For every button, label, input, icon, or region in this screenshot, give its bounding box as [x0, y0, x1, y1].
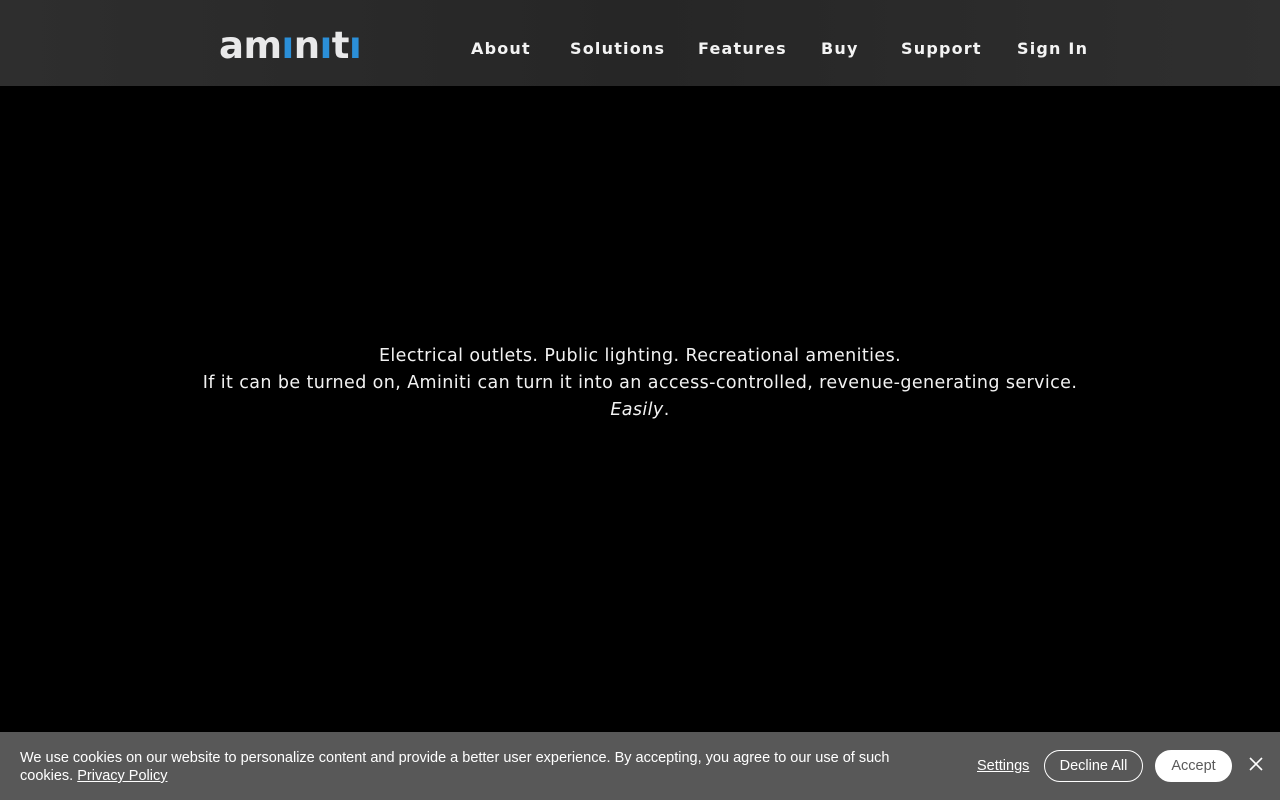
logo-letter: ı [281, 24, 295, 67]
site-header: amınıtı About Solutions Features Buy Sup… [0, 0, 1280, 86]
privacy-policy-link[interactable]: Privacy Policy [77, 768, 167, 784]
close-icon-glyph [1249, 757, 1263, 771]
nav-features[interactable]: Features [698, 38, 787, 60]
hero-line-2: If it can be turned on, Aminiti can turn… [202, 373, 1078, 393]
logo-letter: m [243, 24, 282, 67]
decline-all-button[interactable]: Decline All [1044, 750, 1143, 782]
nav-sign-in[interactable]: Sign In [1017, 38, 1088, 60]
hero-line-1: Electrical outlets. Public lighting. Rec… [378, 346, 902, 366]
logo-letter: ı [319, 24, 333, 67]
nav-support[interactable]: Support [901, 38, 982, 60]
hero-section: Electrical outlets. Public lighting. Rec… [0, 86, 1280, 732]
hero-tagline: Electrical outlets. Public lighting. Rec… [0, 343, 1280, 424]
logo-letter: a [219, 24, 244, 67]
aminiti-logo[interactable]: amınıtı [219, 24, 362, 67]
cookie-banner: We use cookies on our website to persona… [0, 732, 1280, 800]
cookie-settings-link[interactable]: Settings [977, 758, 1029, 774]
logo-letter: t [331, 24, 350, 67]
hero-line-3-suffix: . [663, 400, 670, 420]
logo-letter: ı [348, 24, 362, 67]
logo-letter: n [293, 24, 320, 67]
close-icon[interactable] [1247, 755, 1265, 773]
nav-solutions[interactable]: Solutions [570, 38, 665, 60]
nav-about[interactable]: About [471, 38, 531, 60]
cookie-message: We use cookies on our website to persona… [20, 749, 900, 785]
hero-easily: Easily [610, 400, 664, 420]
nav-buy[interactable]: Buy [821, 38, 859, 60]
hero-line-3: Easily. [0, 397, 1280, 424]
accept-button[interactable]: Accept [1155, 750, 1232, 782]
